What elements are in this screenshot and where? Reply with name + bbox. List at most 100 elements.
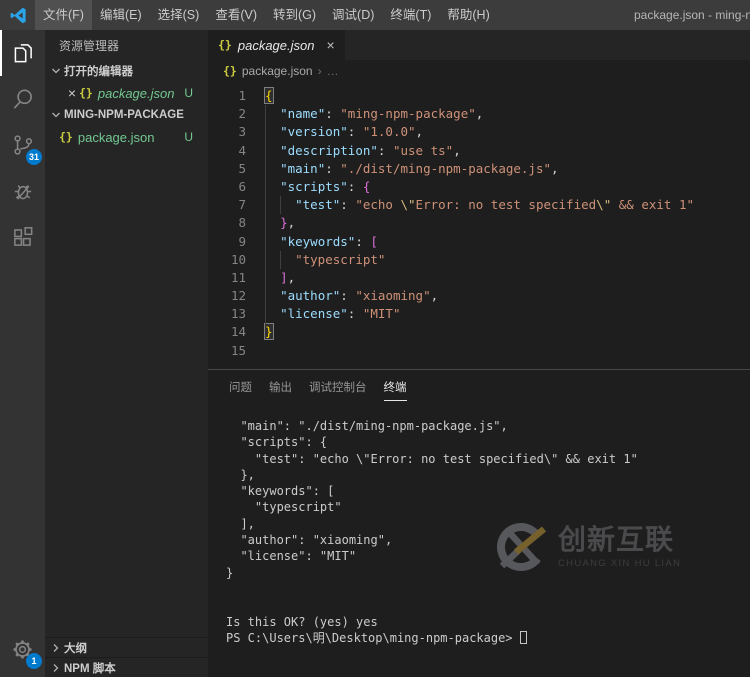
chevron-down-icon [48,110,64,120]
terminal-line [226,597,750,613]
line-number: 8 [208,214,246,232]
sidebar-explorer: 资源管理器 打开的编辑器 × {} package.json U MING-NP… [45,30,208,677]
terminal-cursor [520,631,527,644]
extensions-icon[interactable] [0,214,45,260]
menu-item[interactable]: 查看(V) [207,0,265,30]
settings-gear-icon[interactable]: 1 [0,626,45,672]
menu-item[interactable]: 转到(G) [265,0,324,30]
git-status-untracked: U [184,130,193,144]
code-line: 5 "main": "./dist/ming-npm-package.js", [208,160,750,178]
breadcrumb-separator: › [318,64,322,78]
code-line: 6 "scripts": { [208,178,750,196]
breadcrumb-file[interactable]: package.json [242,64,313,78]
line-number: 3 [208,123,246,141]
terminal-line: "test": "echo \"Error: no test specified… [226,451,750,467]
editor-group: {} package.json × {} package.json › … 1{… [208,30,750,677]
line-number: 14 [208,323,246,341]
tab-close-icon[interactable]: × [326,37,334,53]
activity-bar: 31 [0,30,45,677]
terminal-line [226,581,750,597]
menu-item[interactable]: 选择(S) [150,0,208,30]
line-number: 12 [208,287,246,305]
terminal-line: Is this OK? (yes) yes [226,614,750,630]
title-bar: 文件(F)编辑(E)选择(S)查看(V)转到(G)调试(D)终端(T)帮助(H)… [0,0,750,30]
code-line: 3 "version": "1.0.0", [208,123,750,141]
line-number: 11 [208,269,246,287]
line-number: 4 [208,142,246,160]
code-line: 14} [208,323,750,341]
code-line: 10 "typescript" [208,251,750,269]
code-line: 13 "license": "MIT" [208,305,750,323]
chevron-down-icon [48,66,64,76]
line-number: 6 [208,178,246,196]
file-package-json[interactable]: {} package.json U [45,126,208,148]
code-line: 1{ [208,87,750,105]
scm-badge: 31 [26,149,42,165]
code-line: 4 "description": "use ts", [208,142,750,160]
outline-section[interactable]: 大纲 [45,637,208,657]
npm-scripts-section[interactable]: NPM 脚本 [45,657,208,677]
settings-badge: 1 [26,653,42,669]
code-line: 7 "test": "echo \"Error: no test specifi… [208,196,750,214]
tab-bar: {} package.json × [208,30,750,60]
terminal-prompt: PS C:\Users\明\Desktop\ming-npm-package> [226,630,750,646]
line-number: 2 [208,105,246,123]
code-lines: 1{2 "name": "ming-npm-package",3 "versio… [208,87,750,360]
menubar: 文件(F)编辑(E)选择(S)查看(V)转到(G)调试(D)终端(T)帮助(H) [35,0,498,30]
chevron-right-icon [48,663,64,673]
panel-tab[interactable]: 问题 [229,379,252,400]
code-line: 9 "keywords": [ [208,233,750,251]
source-control-icon[interactable]: 31 [0,122,45,168]
code-line: 2 "name": "ming-npm-package", [208,105,750,123]
terminal-line: }, [226,467,750,483]
menu-item[interactable]: 调试(D) [324,0,382,30]
menu-item[interactable]: 文件(F) [35,0,92,30]
line-number: 10 [208,251,246,269]
terminal-line: "typescript" [226,499,750,515]
line-number: 13 [208,305,246,323]
panel-tab[interactable]: 输出 [269,379,292,400]
json-file-icon: {} [59,130,73,144]
code-line: 15 [208,342,750,360]
line-number: 7 [208,196,246,214]
git-status-untracked: U [184,86,193,100]
bottom-panel: 问题输出调试控制台终端 "main": "./dist/ming-npm-pac… [208,369,750,677]
panel-tab[interactable]: 终端 [384,379,407,401]
close-icon[interactable]: × [65,85,79,101]
json-file-icon: {} [79,86,93,100]
panel-tabs: 问题输出调试控制台终端 [208,370,750,405]
window-title: package.json - ming-n [634,8,750,22]
watermark-brand: 创新互联 [558,525,681,556]
code-line: 12 "author": "xiaoming", [208,287,750,305]
chevron-right-icon [48,643,64,653]
debug-icon[interactable] [0,168,45,214]
panel-tab[interactable]: 调试控制台 [309,379,367,400]
breadcrumb[interactable]: {} package.json › … [208,60,750,82]
line-number: 9 [208,233,246,251]
open-editors-header[interactable]: 打开的编辑器 [45,60,208,82]
vscode-window: 文件(F)编辑(E)选择(S)查看(V)转到(G)调试(D)终端(T)帮助(H)… [0,0,750,677]
line-number: 15 [208,342,246,360]
line-number: 5 [208,160,246,178]
menu-item[interactable]: 编辑(E) [92,0,150,30]
explorer-icon[interactable] [0,30,45,76]
json-file-icon: {} [218,38,232,52]
breadcrumb-more[interactable]: … [327,64,339,78]
terminal-line: "main": "./dist/ming-npm-package.js", [226,418,750,434]
watermark: 创新互联 CHUANG XIN HU LIAN [496,520,681,574]
terminal-line: "scripts": { [226,434,750,450]
open-editor-package-json[interactable]: × {} package.json U [45,82,208,104]
json-file-icon: {} [223,64,237,78]
tab-package-json[interactable]: {} package.json × [208,30,345,60]
tab-label: package.json [238,38,315,53]
menu-item[interactable]: 终端(T) [382,0,439,30]
code-line: 8 }, [208,214,750,232]
watermark-subtitle: CHUANG XIN HU LIAN [558,558,681,569]
folder-section-header[interactable]: MING-NPM-PACKAGE [45,104,208,126]
search-icon[interactable] [0,76,45,122]
menu-item[interactable]: 帮助(H) [439,0,497,30]
sidebar-title: 资源管理器 [45,30,208,60]
terminal-line: "keywords": [ [226,483,750,499]
vscode-logo-icon [9,6,28,25]
code-editor[interactable]: 1{2 "name": "ming-npm-package",3 "versio… [208,82,750,369]
